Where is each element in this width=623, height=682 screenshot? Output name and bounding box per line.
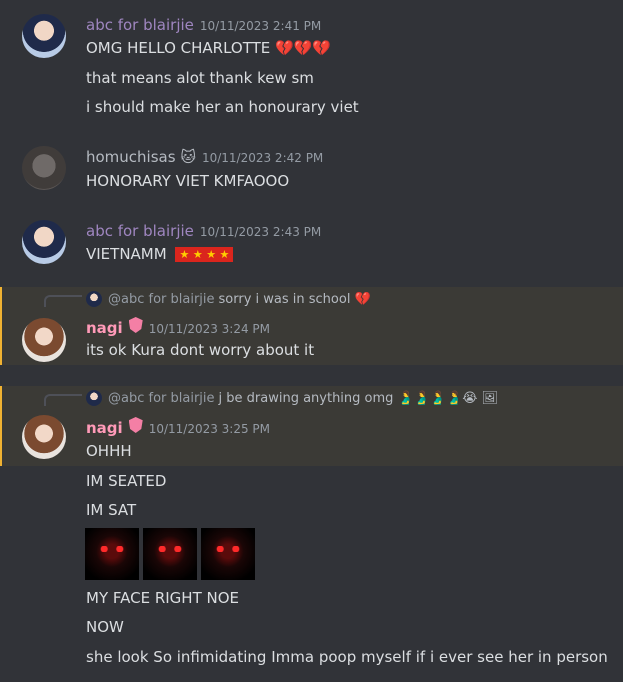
message-text: OMG HELLO CHARLOTTE 💔💔💔 xyxy=(86,39,332,57)
message-text: IM SAT xyxy=(86,501,137,519)
message-text: IM SEATED xyxy=(86,472,167,490)
message-3: abc for blairjie 10/11/2023 2:43 PM VIET… xyxy=(0,216,623,271)
timestamp: 10/11/2023 3:24 PM xyxy=(148,322,271,336)
username[interactable]: abc for blairjie xyxy=(86,16,194,34)
message-5: @abc for blairjie j be drawing anything … xyxy=(0,386,623,466)
message-text: i should make her an honourary viet xyxy=(86,98,359,116)
message-text: MY FACE RIGHT NOE xyxy=(86,589,240,607)
username[interactable]: nagi xyxy=(86,319,123,337)
username[interactable]: homuchisas 🐱 xyxy=(86,148,196,166)
shield-badge-icon xyxy=(128,317,143,333)
timestamp: 10/11/2023 2:41 PM xyxy=(199,19,322,33)
reply-avatar-icon xyxy=(86,291,102,307)
timestamp: 10/11/2023 2:43 PM xyxy=(199,225,322,239)
message-text: HONORARY VIET KMFAOOO xyxy=(86,172,290,190)
timestamp: 10/11/2023 2:42 PM xyxy=(201,151,324,165)
message-text: she look So infimidating Imma poop mysel… xyxy=(86,648,608,666)
reply-avatar-icon xyxy=(86,390,102,406)
avatar[interactable] xyxy=(22,14,66,58)
message-1: abc for blairjie 10/11/2023 2:41 PM OMG … xyxy=(0,10,623,125)
avatar[interactable] xyxy=(22,146,66,190)
skull-emoji-image[interactable] xyxy=(85,528,139,580)
skull-emoji-image[interactable] xyxy=(201,528,255,580)
message-text: OHHH xyxy=(86,442,132,460)
timestamp: 10/11/2023 3:25 PM xyxy=(148,422,271,436)
reply-text: sorry i was in school 💔 xyxy=(218,291,371,307)
message-text: its ok Kura dont worry about it xyxy=(86,341,315,359)
reply-spine xyxy=(44,295,82,307)
message-text: NOW xyxy=(86,618,124,636)
avatar[interactable] xyxy=(22,220,66,264)
message-text: VIETNAMM ★ ★ ★ ★ xyxy=(86,245,234,263)
vietnam-flag-icon: ★ ★ ★ ★ xyxy=(175,247,234,262)
username[interactable]: nagi xyxy=(86,419,123,437)
shield-badge-icon xyxy=(128,417,143,433)
reply-mention[interactable]: @abc for blairjie xyxy=(108,391,215,406)
skull-emoji-image[interactable] xyxy=(143,528,197,580)
avatar[interactable] xyxy=(22,415,66,459)
avatar[interactable] xyxy=(22,318,66,362)
reply-mention[interactable]: @abc for blairjie xyxy=(108,292,215,307)
reply-preview[interactable]: @abc for blairjie j be drawing anything … xyxy=(86,390,498,406)
message-4: @abc for blairjie sorry i was in school … xyxy=(0,287,623,365)
message-2: homuchisas 🐱 10/11/2023 2:42 PM HONORARY… xyxy=(0,142,623,197)
message-text-content: VIETNAMM xyxy=(86,245,167,263)
reply-text: j be drawing anything omg 🫃🫃🫃🫃😭 🖼 xyxy=(218,390,499,406)
message-text: that means alot thank kew sm xyxy=(86,69,314,87)
username[interactable]: abc for blairjie xyxy=(86,222,194,240)
reply-spine xyxy=(44,394,82,406)
reply-preview[interactable]: @abc for blairjie sorry i was in school … xyxy=(86,291,371,307)
